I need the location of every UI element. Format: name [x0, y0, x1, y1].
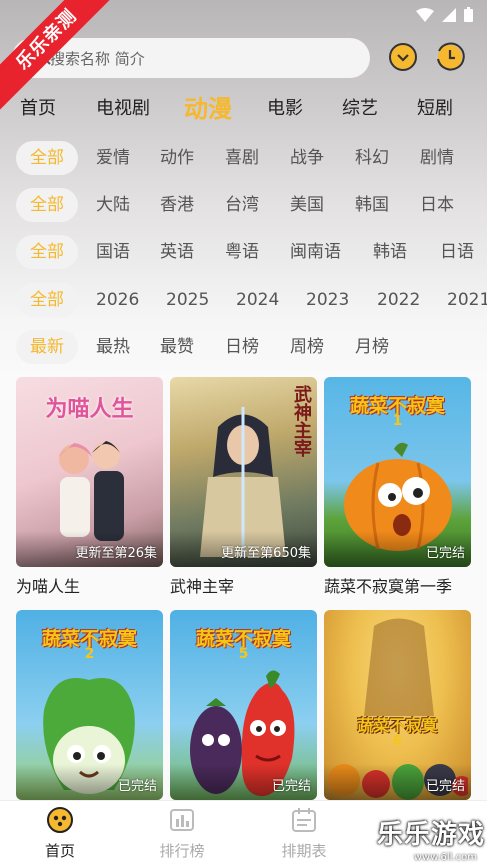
shadow-figure-illustration [364, 618, 434, 716]
nav-label: 排行榜 [159, 842, 205, 860]
filter-year: 全部 2026 2025 2024 2023 2022 2021 [0, 283, 487, 317]
filter-chip[interactable]: 2023 [306, 283, 349, 317]
filter-chip[interactable]: 日语 [440, 235, 474, 269]
filter-genre: 全部 爱情 动作 喜剧 战争 科幻 剧情 [0, 141, 487, 175]
poster-title: 蔬菜不寂寞 [357, 716, 438, 735]
filter-chip[interactable]: 剧情 [420, 141, 454, 175]
filter-language: 全部 国语 英语 粤语 闽南语 韩语 日语 [0, 235, 487, 269]
filter-chip[interactable]: 台湾 [225, 188, 259, 222]
filter-chip[interactable]: 战争 [290, 141, 324, 175]
poster-image: 蔬菜不寂寞 1 已完结 [324, 377, 471, 567]
poster-image: 武神主宰 更新至第650集 [170, 377, 317, 567]
filter-chip[interactable]: 科幻 [355, 141, 389, 175]
poster-title: 为喵人生 [45, 397, 134, 422]
filter-sort: 最新 最热 最赞 日榜 周榜 月榜 [0, 330, 487, 364]
filter-chip[interactable]: 香港 [160, 188, 194, 222]
tab-anime[interactable]: 动漫 [184, 89, 232, 124]
filter-chip[interactable]: 2021 [447, 283, 487, 317]
filter-chip[interactable]: 日榜 [225, 330, 259, 364]
filter-chip[interactable]: 爱情 [96, 141, 130, 175]
watermark-logo: 乐乐游戏 [376, 820, 485, 850]
filter-chip[interactable]: 2024 [236, 283, 279, 317]
poster-season: 5 [238, 646, 249, 662]
filter-chip[interactable]: 2025 [166, 283, 209, 317]
main-tabs: 首页 电视剧 动漫 电影 综艺 短剧 [0, 86, 487, 126]
filter-chip[interactable]: 全部 [16, 283, 78, 317]
status-badge: 已完结 [117, 779, 157, 794]
filter-chip[interactable]: 喜剧 [225, 141, 259, 175]
video-card[interactable]: 为喵人生 更新至第26集 为喵人生 [16, 377, 163, 597]
download-icon [389, 43, 417, 71]
filter-chip[interactable]: 2026 [96, 283, 139, 317]
status-badge: 已完结 [271, 779, 311, 794]
status-badge: 已完结 [425, 546, 465, 561]
filter-chip[interactable]: 月榜 [355, 330, 389, 364]
filter-chip[interactable]: 韩语 [373, 235, 407, 269]
calendar-icon [292, 808, 316, 832]
tab-home[interactable]: 首页 [20, 94, 56, 120]
status-badge: 已完结 [425, 779, 465, 794]
poster-image: 蔬菜不寂寞 2 已完结 [16, 610, 163, 800]
poster-season: 2 [84, 646, 95, 662]
nav-schedule[interactable]: 排期表 [259, 807, 349, 861]
filter-chip[interactable]: 最赞 [160, 330, 194, 364]
video-title: 为喵人生 [16, 577, 81, 596]
filter-chip[interactable]: 闽南语 [290, 235, 341, 269]
poster-image: 蔬菜不寂寞 6 已完结 [324, 610, 471, 800]
video-card[interactable]: 蔬菜不寂寞 1 已完结 蔬菜不寂寞第一季 [324, 377, 471, 597]
video-card[interactable]: 蔬菜不寂寞 2 已完结 [16, 610, 163, 800]
filter-chip[interactable]: 日本 [420, 188, 454, 222]
signal-icon [442, 7, 456, 22]
filter-chip[interactable]: 动作 [160, 141, 194, 175]
nav-label: 排期表 [281, 842, 327, 860]
filter-chip[interactable]: 英语 [160, 235, 194, 269]
poster-image: 为喵人生 更新至第26集 [16, 377, 163, 567]
filter-chip[interactable]: 粤语 [225, 235, 259, 269]
nav-label: 首页 [44, 842, 75, 860]
poster-image: 蔬菜不寂寞 5 已完结 [170, 610, 317, 800]
watermark-url: www.6ll.com [413, 852, 477, 863]
tab-movie[interactable]: 电影 [267, 94, 303, 120]
filter-chip[interactable]: 最新 [16, 330, 78, 364]
filter-chip[interactable]: 周榜 [290, 330, 324, 364]
filter-chip[interactable]: 国语 [96, 235, 130, 269]
tab-tv[interactable]: 电视剧 [96, 94, 150, 120]
poster-season: 1 [392, 413, 403, 429]
episode-badge: 更新至第26集 [75, 546, 157, 561]
filter-chip[interactable]: 全部 [16, 141, 78, 175]
filter-chip[interactable]: 韩国 [355, 188, 389, 222]
home-icon [47, 807, 73, 833]
battery-icon [464, 7, 473, 22]
video-title: 蔬菜不寂寞第一季 [324, 577, 453, 596]
search-placeholder: 搜索名称 简介 [50, 49, 145, 68]
download-button[interactable] [386, 40, 420, 74]
wifi-icon [416, 7, 434, 22]
search-input[interactable]: 搜索名称 简介 [12, 38, 370, 78]
ranking-icon [170, 809, 194, 831]
video-card[interactable]: 蔬菜不寂寞 5 已完结 [170, 610, 317, 800]
history-button[interactable] [433, 40, 467, 74]
filter-chip[interactable]: 全部 [16, 235, 78, 269]
search-row: 搜索名称 简介 [0, 36, 487, 80]
filter-chip[interactable]: 最热 [96, 330, 130, 364]
nav-home[interactable]: 首页 [15, 807, 105, 861]
filter-chip[interactable]: 美国 [290, 188, 324, 222]
history-icon [437, 42, 465, 71]
video-title: 武神主宰 [170, 577, 235, 596]
episode-badge: 更新至第650集 [221, 546, 311, 561]
tab-variety[interactable]: 综艺 [342, 94, 378, 120]
video-card[interactable]: 武神主宰 更新至第650集 武神主宰 [170, 377, 317, 597]
filter-region: 全部 大陆 香港 台湾 美国 韩国 日本 [0, 188, 487, 222]
video-card[interactable]: 蔬菜不寂寞 6 已完结 [324, 610, 471, 800]
bottom-nav: 首页 排行榜 排期表 乐乐游戏 www.6ll.com [0, 800, 487, 865]
tab-short[interactable]: 短剧 [417, 94, 453, 120]
filter-chip[interactable]: 全部 [16, 188, 78, 222]
filter-chip[interactable]: 大陆 [96, 188, 130, 222]
nav-ranking[interactable]: 排行榜 [137, 807, 227, 861]
filter-chip[interactable]: 2022 [377, 283, 420, 317]
